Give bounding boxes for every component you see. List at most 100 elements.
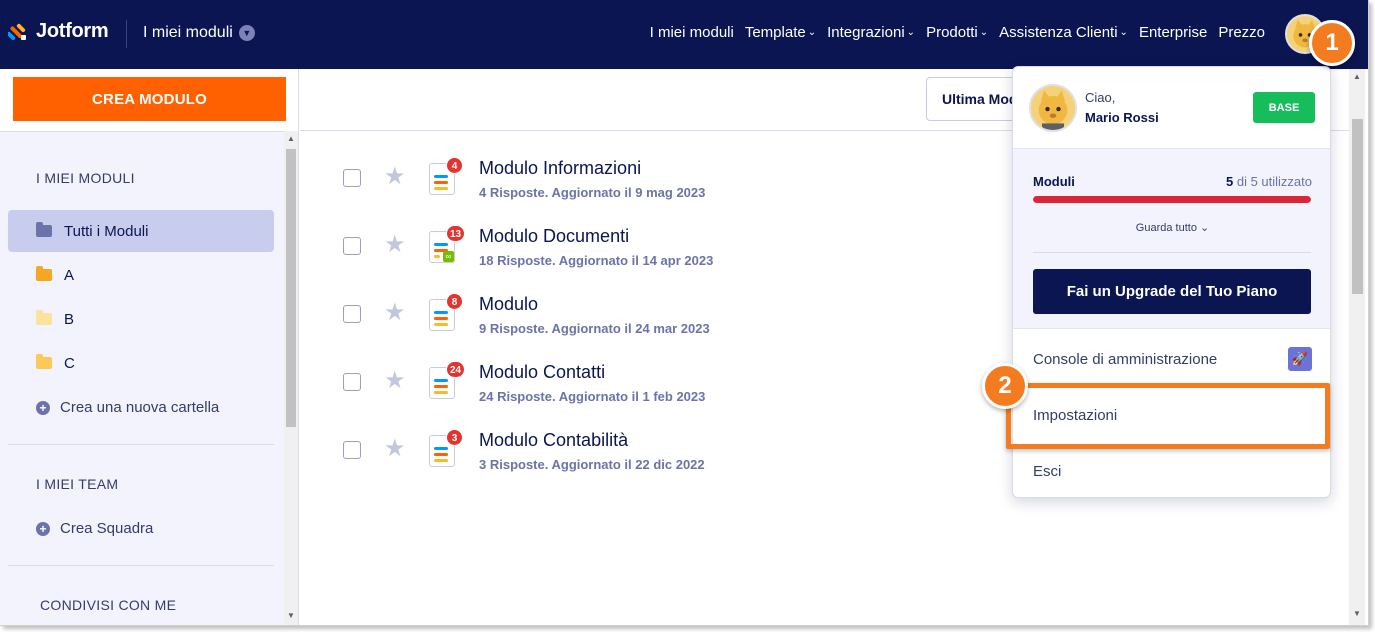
header-divider	[126, 20, 127, 48]
folder-icon	[36, 354, 52, 369]
form-checkbox[interactable]	[343, 441, 361, 459]
nav-enterprise[interactable]: Enterprise	[1139, 24, 1207, 41]
settings-highlight-box	[1006, 383, 1330, 449]
create-team-link[interactable]: + Crea Squadra	[36, 520, 153, 537]
upgrade-plan-button[interactable]: Fai un Upgrade del Tuo Piano	[1033, 269, 1311, 314]
plan-badge[interactable]: BASE	[1253, 92, 1315, 123]
form-document-icon: ∞ 13	[429, 225, 466, 263]
sidebar-scrollbar-thumb[interactable]	[286, 149, 296, 427]
form-document-icon: 8	[429, 293, 463, 331]
form-row[interactable]: ★ 3 Modulo Contabilità 3 Risposte. Aggio…	[300, 420, 1020, 488]
chevron-down-icon: ⌄	[906, 27, 916, 38]
brand-name: Jotform	[36, 20, 109, 42]
admin-console-item[interactable]: Console di amministrazione 🚀	[1013, 331, 1330, 387]
sidebar-panel: I MIEI MODULI Tutti i Moduli A B C + Cre…	[0, 131, 284, 625]
form-row[interactable]: ★ 8 Modulo 9 Risposte. Aggiornato il 24 …	[300, 284, 1020, 352]
nav-pricing[interactable]: Prezzo	[1218, 24, 1265, 41]
jotform-logo-icon	[8, 23, 26, 40]
form-checkbox[interactable]	[343, 373, 361, 391]
nav-my-forms[interactable]: I miei moduli	[650, 24, 734, 41]
form-row[interactable]: ★ 24 Modulo Contatti 24 Risposte. Aggior…	[300, 352, 1020, 420]
see-all-link[interactable]: Guarda tutto ⌄	[1013, 221, 1330, 234]
form-checkbox[interactable]	[343, 237, 361, 255]
usage-divider	[1033, 252, 1311, 253]
sidebar-item-label: B	[64, 310, 75, 328]
create-form-button[interactable]: CREA MODULO	[13, 77, 286, 121]
form-row[interactable]: ★ ∞ 13 Modulo Documenti 18 Risposte. Agg…	[300, 216, 1020, 284]
sidebar-item-folder-b[interactable]: B	[8, 298, 274, 340]
form-title[interactable]: Modulo Contabilità	[479, 430, 628, 451]
app-window: Jotform I miei moduli ▼ I miei moduli Te…	[0, 0, 1369, 626]
jotform-logo[interactable]: Jotform	[8, 20, 109, 43]
step-1-marker: 1	[1309, 20, 1355, 66]
sidebar-item-all-forms[interactable]: Tutti i Moduli	[8, 210, 274, 252]
user-avatar	[1029, 84, 1077, 132]
usage-count: 5 di 5 utilizzato	[1226, 174, 1312, 189]
scroll-down-icon[interactable]: ▼	[1353, 609, 1361, 618]
sidebar: CREA MODULO I MIEI MODULI Tutti i Moduli…	[0, 69, 299, 625]
create-folder-link[interactable]: + Crea una nuova cartella	[36, 399, 219, 416]
form-meta: 4 Risposte. Aggiornato il 9 mag 2023	[479, 185, 706, 200]
logout-item[interactable]: Esci	[1013, 443, 1330, 497]
form-title[interactable]: Modulo Informazioni	[479, 158, 641, 179]
form-checkbox[interactable]	[343, 305, 361, 323]
form-meta: 18 Risposte. Aggiornato il 14 apr 2023	[479, 253, 714, 268]
usage-progress-bar	[1033, 196, 1311, 203]
sidebar-divider	[8, 444, 274, 445]
form-document-icon: 4	[429, 157, 463, 195]
chevron-down-icon: ⌄	[979, 27, 989, 38]
usage-progress-fill	[1033, 196, 1311, 203]
workspace-selector[interactable]: I miei moduli ▼	[143, 24, 255, 42]
nav-label: Prezzo	[1218, 24, 1265, 41]
form-meta: 24 Risposte. Aggiornato il 1 feb 2023	[479, 389, 706, 404]
usage-panel: Moduli 5 di 5 utilizzato Guarda tutto ⌄ …	[1013, 149, 1330, 329]
admin-console-label: Console di amministrazione	[1033, 350, 1218, 368]
scroll-down-icon[interactable]: ▼	[287, 611, 295, 620]
main-nav: I miei moduli Template ⌄ Integrazioni ⌄ Pr…	[650, 24, 1265, 41]
sidebar-scrollbar[interactable]: ▲ ▼	[284, 131, 298, 625]
folder-icon	[36, 266, 52, 281]
form-title[interactable]: Modulo	[479, 294, 538, 315]
nav-support[interactable]: Assistenza Clienti ⌄	[999, 24, 1128, 41]
unread-count-badge: 24	[446, 361, 466, 378]
main-scrollbar-thumb[interactable]	[1352, 119, 1363, 294]
scroll-up-icon[interactable]: ▲	[287, 134, 295, 143]
scroll-up-icon[interactable]: ▲	[1353, 72, 1361, 81]
nav-label: Assistenza Clienti	[999, 24, 1118, 41]
link-icon: ∞	[443, 251, 454, 262]
form-meta: 9 Risposte. Aggiornato il 24 mar 2023	[479, 321, 710, 336]
form-row[interactable]: ★ 4 Modulo Informazioni 4 Risposte. Aggi…	[300, 148, 1020, 216]
shared-section-title: CONDIVISI CON ME	[40, 597, 177, 613]
form-title[interactable]: Modulo Documenti	[479, 226, 629, 247]
nav-products[interactable]: Prodotti ⌄	[926, 24, 988, 41]
nav-integrations[interactable]: Integrazioni ⌄	[827, 24, 915, 41]
star-icon[interactable]: ★	[384, 435, 406, 463]
logout-label: Esci	[1033, 462, 1062, 480]
nav-templates[interactable]: Template ⌄	[745, 24, 816, 41]
plus-circle-icon: +	[36, 521, 50, 536]
user-name: Mario Rossi	[1085, 110, 1159, 125]
form-document-icon: 3	[429, 429, 463, 467]
sidebar-item-folder-a[interactable]: A	[8, 254, 274, 296]
unread-count-badge: 13	[446, 225, 466, 242]
usage-label: Moduli	[1033, 174, 1075, 189]
sidebar-item-label: Tutti i Moduli	[64, 222, 149, 240]
sidebar-item-folder-c[interactable]: C	[8, 342, 274, 384]
top-navigation-bar: Jotform I miei moduli ▼ I miei moduli Te…	[0, 0, 1368, 69]
star-icon[interactable]: ★	[384, 231, 406, 259]
main-scrollbar[interactable]: ▲ ▼	[1349, 69, 1365, 625]
form-title[interactable]: Modulo Contatti	[479, 362, 605, 383]
usage-used: 5	[1225, 174, 1234, 189]
star-icon[interactable]: ★	[384, 367, 406, 395]
plus-circle-icon: +	[36, 400, 50, 415]
sidebar-item-label: C	[64, 354, 75, 372]
usage-suffix: di 5 utilizzato	[1236, 174, 1312, 189]
star-icon[interactable]: ★	[384, 163, 406, 191]
see-all-label: Guarda tutto	[1135, 222, 1197, 234]
form-document-icon: 24	[429, 361, 466, 399]
rocket-icon: 🚀	[1288, 347, 1312, 371]
star-icon[interactable]: ★	[384, 299, 406, 327]
form-checkbox[interactable]	[343, 169, 361, 187]
sidebar-divider	[8, 565, 274, 566]
workspace-label: I miei moduli	[143, 24, 233, 41]
